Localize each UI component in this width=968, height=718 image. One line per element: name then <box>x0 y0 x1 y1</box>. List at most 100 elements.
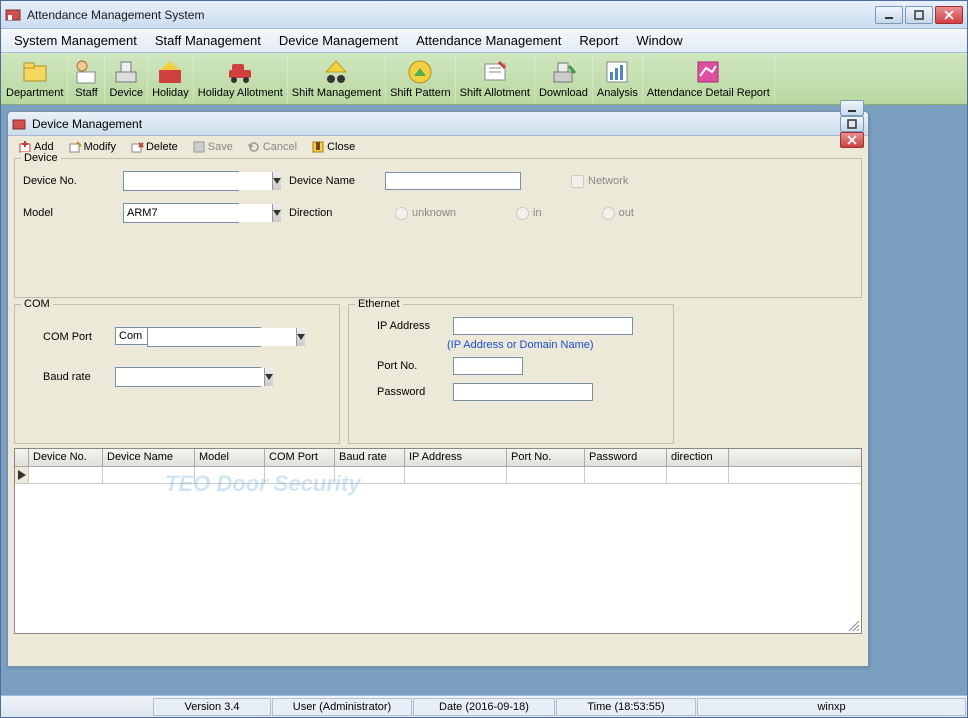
child-close-button[interactable] <box>840 132 864 148</box>
child-toolbar: Add Modify Delete Save Cancel Close <box>8 136 868 158</box>
ethernet-groupbox: Ethernet IP Address (IP Address or Domai… <box>348 304 674 444</box>
direction-out-radio[interactable]: out <box>602 207 634 220</box>
ip-input[interactable] <box>453 317 633 335</box>
close-icon <box>311 140 325 154</box>
menu-report[interactable]: Report <box>570 30 627 51</box>
device-name-label: Device Name <box>289 175 385 187</box>
car-icon <box>226 58 254 86</box>
status-user: User (Administrator) <box>272 698 412 716</box>
com-prefix <box>115 327 147 345</box>
col-ip[interactable]: IP Address <box>405 449 507 466</box>
device-groupbox: Device Device No. Device Name Network Mo… <box>14 158 862 298</box>
device-icon <box>112 58 140 86</box>
child-titlebar: Device Management <box>8 112 868 136</box>
grid-header: Device No. Device Name Model COM Port Ba… <box>15 449 861 467</box>
status-host: winxp <box>697 698 966 716</box>
baud-label: Baud rate <box>23 371 103 383</box>
toolbar-shift-management[interactable]: Shift Management <box>288 54 386 103</box>
device-no-label: Device No. <box>23 175 103 187</box>
toolbar-staff[interactable]: Staff <box>68 54 105 103</box>
network-checkbox[interactable]: Network <box>571 175 628 188</box>
col-password[interactable]: Password <box>585 449 667 466</box>
col-direction[interactable]: direction <box>667 449 729 466</box>
col-port[interactable]: Port No. <box>507 449 585 466</box>
com-legend: COM <box>21 298 53 310</box>
toolbar-shift-pattern[interactable]: Shift Pattern <box>386 54 456 103</box>
device-name-input[interactable] <box>385 172 521 190</box>
toolbar-department[interactable]: Department <box>2 54 68 103</box>
password-label: Password <box>357 386 447 398</box>
grid-corner <box>15 449 29 466</box>
report-icon <box>694 58 722 86</box>
com-port-label: COM Port <box>23 331 103 343</box>
eth-legend: Ethernet <box>355 298 403 310</box>
ip-label: IP Address <box>357 320 447 332</box>
port-input[interactable] <box>453 357 523 375</box>
toolbar-analysis[interactable]: Analysis <box>593 54 643 103</box>
child-maximize-button[interactable] <box>840 116 864 132</box>
main-close-button[interactable] <box>935 6 963 24</box>
col-device-name[interactable]: Device Name <box>103 449 195 466</box>
mdi-area: TEO Door Security Device Management Add … <box>1 105 967 695</box>
password-input[interactable] <box>453 383 593 401</box>
main-maximize-button[interactable] <box>905 6 933 24</box>
toolbar-attendance-report[interactable]: Attendance Detail Report <box>643 54 775 103</box>
col-device-no[interactable]: Device No. <box>29 449 103 466</box>
toolbar-holiday-allotment[interactable]: Holiday Allotment <box>194 54 288 103</box>
model-combo[interactable] <box>123 203 239 223</box>
col-com-port[interactable]: COM Port <box>265 449 335 466</box>
col-model[interactable]: Model <box>195 449 265 466</box>
device-grid[interactable]: Device No. Device Name Model COM Port Ba… <box>14 448 862 634</box>
device-no-combo[interactable] <box>123 171 239 191</box>
menu-device-management[interactable]: Device Management <box>270 30 407 51</box>
grid-empty-row[interactable] <box>29 467 861 484</box>
device-legend: Device <box>21 152 61 164</box>
model-dropdown[interactable] <box>272 204 281 222</box>
delete-button[interactable]: Delete <box>124 138 184 156</box>
app-icon <box>5 7 21 23</box>
child-minimize-button[interactable] <box>840 100 864 116</box>
close-action-button[interactable]: Close <box>305 138 361 156</box>
main-minimize-button[interactable] <box>875 6 903 24</box>
shift-mgmt-icon <box>322 58 350 86</box>
toolbar-device[interactable]: Device <box>105 54 148 103</box>
holiday-icon <box>156 58 184 86</box>
device-management-window: Device Management Add Modify Delete Save… <box>7 111 869 667</box>
folder-icon <box>21 58 49 86</box>
menu-system-management[interactable]: System Management <box>5 30 146 51</box>
delete-icon <box>130 140 144 154</box>
baud-dropdown[interactable] <box>264 368 273 386</box>
direction-in-radio[interactable]: in <box>516 207 542 220</box>
baud-input[interactable] <box>116 368 264 386</box>
menu-staff-management[interactable]: Staff Management <box>146 30 270 51</box>
save-button: Save <box>186 138 239 156</box>
download-icon <box>549 58 577 86</box>
com-port-input[interactable] <box>148 328 296 346</box>
menu-attendance-management[interactable]: Attendance Management <box>407 30 570 51</box>
grid-row-indicator <box>15 467 29 484</box>
toolbar-holiday[interactable]: Holiday <box>148 54 194 103</box>
resize-grip[interactable] <box>846 618 860 632</box>
menubar: System Management Staff Management Devic… <box>1 29 967 53</box>
ip-hint: (IP Address or Domain Name) <box>447 339 665 351</box>
menu-window[interactable]: Window <box>627 30 691 51</box>
com-port-dropdown[interactable] <box>296 328 305 346</box>
device-no-input[interactable] <box>124 172 272 190</box>
baud-combo[interactable] <box>115 367 261 387</box>
direction-unknown-radio[interactable]: unknown <box>395 207 456 220</box>
main-window: Attendance Management System System Mana… <box>0 0 968 718</box>
child-title: Device Management <box>32 117 840 131</box>
com-port-combo[interactable] <box>147 327 261 347</box>
modify-button[interactable]: Modify <box>62 138 122 156</box>
toolbar-shift-allotment[interactable]: Shift Allotment <box>456 54 535 103</box>
statusbar: Version 3.4 User (Administrator) Date (2… <box>1 695 967 717</box>
analysis-icon <box>603 58 631 86</box>
direction-label: Direction <box>289 207 385 219</box>
model-input[interactable] <box>124 204 272 222</box>
device-no-dropdown[interactable] <box>272 172 281 190</box>
cancel-button: Cancel <box>241 138 303 156</box>
toolbar-download[interactable]: Download <box>535 54 593 103</box>
child-app-icon <box>12 117 26 131</box>
col-baud[interactable]: Baud rate <box>335 449 405 466</box>
shift-allot-icon <box>481 58 509 86</box>
